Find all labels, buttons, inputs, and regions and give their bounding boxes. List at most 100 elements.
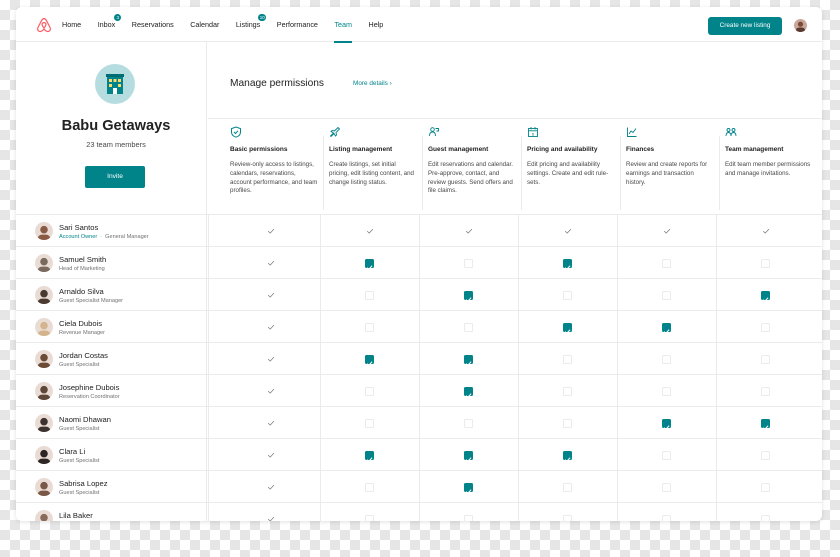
- checkbox-unchecked[interactable]: [761, 514, 770, 521]
- checkbox-unchecked[interactable]: [662, 482, 671, 492]
- checkbox-checked[interactable]: [662, 418, 671, 430]
- member-name[interactable]: Naomi Dhawan: [59, 415, 111, 424]
- checkbox-unchecked[interactable]: [563, 418, 572, 428]
- avatar[interactable]: [35, 382, 53, 400]
- checkbox-unchecked[interactable]: [761, 450, 770, 460]
- permission-cell: [221, 439, 320, 471]
- nav-item-help[interactable]: Help: [369, 7, 384, 42]
- member-role-title: Reservation Coordinator: [59, 394, 120, 400]
- invite-button[interactable]: Invite: [85, 166, 145, 188]
- checkbox-checked[interactable]: [365, 258, 374, 270]
- checkbox-checked[interactable]: [464, 290, 473, 302]
- checkbox-checked[interactable]: [464, 450, 473, 462]
- check-icon: [465, 360, 472, 366]
- checkbox-unchecked[interactable]: [761, 482, 770, 492]
- checkbox-checked[interactable]: [365, 450, 374, 462]
- nav-item-performance[interactable]: Performance: [277, 7, 318, 42]
- separator-dot: ·: [100, 234, 103, 240]
- checkbox-checked[interactable]: [563, 322, 572, 334]
- checkbox-unchecked[interactable]: [563, 386, 572, 396]
- member-role-title: Guest Specialist: [59, 490, 100, 496]
- team-member-count: 23 team members: [86, 140, 146, 149]
- member-name[interactable]: Sari Santos: [59, 223, 98, 232]
- checkbox-unchecked[interactable]: [365, 322, 374, 332]
- checkbox-unchecked[interactable]: [662, 450, 671, 460]
- avatar[interactable]: [35, 286, 53, 304]
- check-icon: [366, 264, 373, 270]
- permission-description: Edit team member permissions and manage …: [725, 161, 811, 177]
- member-name[interactable]: Samuel Smith: [59, 255, 106, 264]
- avatar[interactable]: [35, 222, 53, 240]
- member-name[interactable]: Clara Li: [59, 447, 85, 456]
- nav-item-label: Home: [62, 20, 82, 29]
- checkbox-checked[interactable]: [563, 450, 572, 462]
- nav-item-home[interactable]: Home: [62, 7, 81, 42]
- checkbox-unchecked[interactable]: [464, 258, 473, 268]
- nav-item-listings[interactable]: Listings 10: [236, 7, 267, 42]
- check-icon: [465, 392, 472, 398]
- checkbox-unchecked[interactable]: [365, 418, 374, 428]
- nav-item-calendar[interactable]: Calendar: [190, 7, 219, 42]
- checkbox-unchecked[interactable]: [662, 354, 671, 364]
- checkbox-unchecked[interactable]: [563, 482, 572, 492]
- avatar[interactable]: [35, 414, 53, 432]
- checkbox-unchecked[interactable]: [761, 354, 770, 364]
- user-avatar[interactable]: [794, 19, 807, 32]
- checkbox-unchecked[interactable]: [761, 258, 770, 268]
- checkbox-checked[interactable]: [761, 290, 770, 302]
- checkbox-unchecked[interactable]: [662, 386, 671, 396]
- more-details-link[interactable]: More details ›: [353, 80, 392, 87]
- member-name[interactable]: Arnaldo Silva: [59, 287, 104, 296]
- checkbox-unchecked[interactable]: [662, 290, 671, 300]
- checkbox-unchecked[interactable]: [464, 322, 473, 332]
- create-new-listing-button[interactable]: Create new listing: [708, 17, 782, 35]
- avatar[interactable]: [35, 446, 53, 464]
- checkbox-checked[interactable]: [464, 482, 473, 494]
- checkbox-unchecked[interactable]: [761, 322, 770, 332]
- checkbox-unchecked[interactable]: [365, 290, 374, 300]
- permission-cell: [419, 247, 518, 279]
- checkbox-unchecked[interactable]: [464, 418, 473, 428]
- permission-cell: [518, 407, 617, 439]
- checkbox-unchecked[interactable]: [563, 354, 572, 364]
- member-name[interactable]: Josephine Dubois: [59, 383, 119, 392]
- permission-cell: [518, 247, 617, 279]
- avatar[interactable]: [35, 318, 53, 336]
- checkbox-unchecked[interactable]: [365, 386, 374, 396]
- checkbox-checked[interactable]: [563, 258, 572, 270]
- checkbox-checked[interactable]: [464, 386, 473, 398]
- member-name[interactable]: Ciela Dubois: [59, 319, 102, 328]
- checkbox-checked[interactable]: [365, 354, 374, 366]
- avatar[interactable]: [35, 254, 53, 272]
- checkbox-unchecked[interactable]: [761, 386, 770, 396]
- shield-icon: [231, 126, 241, 138]
- check-icon: [465, 456, 472, 462]
- checkbox-checked[interactable]: [761, 418, 770, 430]
- checkbox-checked[interactable]: [662, 322, 671, 334]
- member-name[interactable]: Lila Baker: [59, 511, 93, 520]
- avatar[interactable]: [35, 350, 53, 368]
- permission-cell: [320, 279, 419, 311]
- member-name[interactable]: Jordan Costas: [59, 351, 108, 360]
- checkbox-unchecked[interactable]: [365, 482, 374, 492]
- checkbox-checked[interactable]: [464, 354, 473, 366]
- checkbox-unchecked[interactable]: [365, 514, 374, 521]
- permission-name: Guest management: [428, 146, 489, 153]
- checkbox-unchecked[interactable]: [563, 290, 572, 300]
- avatar[interactable]: [35, 510, 53, 521]
- member-name[interactable]: Sabrisa Lopez: [59, 479, 108, 488]
- nav-item-inbox[interactable]: Inbox 3: [98, 7, 122, 42]
- nav-badge: 3: [114, 14, 122, 21]
- nav-item-team[interactable]: Team: [334, 7, 352, 43]
- permissions-header: Manage permissions More details › Basic …: [208, 42, 822, 220]
- checkbox-unchecked[interactable]: [662, 514, 671, 521]
- members-table: Sari Santos Account Owner · General Manager…: [16, 214, 822, 521]
- checkmark-icon: [564, 228, 571, 234]
- checkbox-unchecked[interactable]: [563, 514, 572, 521]
- checkbox-unchecked[interactable]: [662, 258, 671, 268]
- checkbox-unchecked[interactable]: [464, 514, 473, 521]
- nav-item-reservations[interactable]: Reservations: [132, 7, 174, 42]
- permission-cell: [221, 311, 320, 343]
- avatar[interactable]: [35, 478, 53, 496]
- airbnb-logo-icon[interactable]: [36, 17, 52, 33]
